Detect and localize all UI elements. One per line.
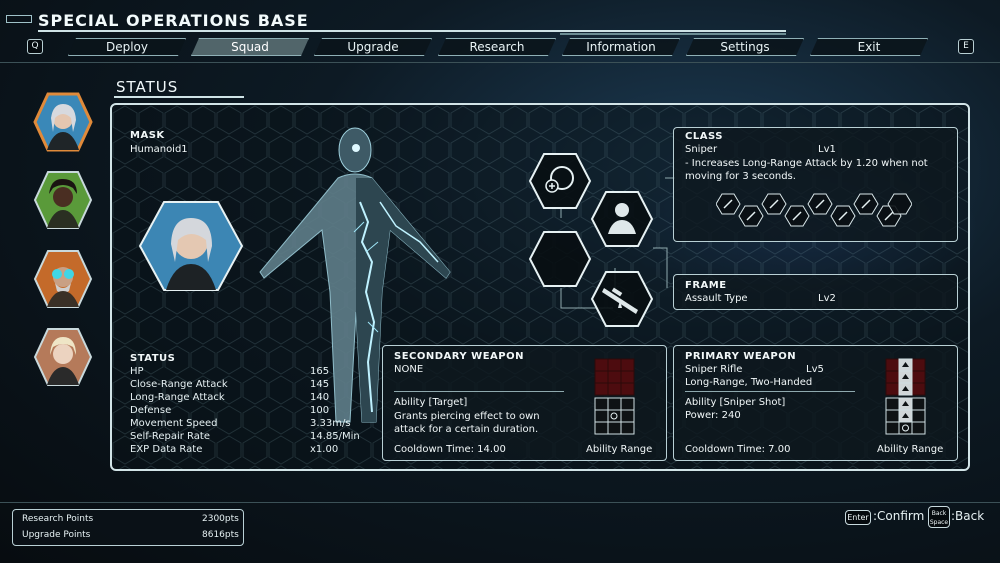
portrait-unit-2[interactable] <box>33 170 93 230</box>
class-skill-icons <box>716 193 912 227</box>
status-title-underline <box>114 96 244 98</box>
primary-weapon-name: Sniper Rifle <box>685 364 743 375</box>
mask-value: Humanoid1 <box>130 144 188 155</box>
frame-level: Lv2 <box>818 293 836 304</box>
research-points-label: Research Points <box>22 514 94 524</box>
primary-weapon-divider <box>685 391 855 392</box>
stat-value: 3.33m/s <box>310 418 351 429</box>
secondary-weapon-name: NONE <box>394 364 424 375</box>
primary-weapon-slot[interactable] <box>590 270 654 328</box>
stats-header: STATUS <box>130 353 176 364</box>
stat-value: 165 <box>310 366 330 377</box>
title-underline-accent <box>560 33 786 35</box>
nav-next-key[interactable]: E <box>958 39 974 54</box>
stat-self-repair-rate: Self-Repair Rate 14.85/Min <box>130 431 360 444</box>
stat-label: HP <box>130 366 144 377</box>
title-underline <box>38 30 786 32</box>
mask-label: MASK <box>130 130 165 141</box>
class-name: Sniper <box>685 144 718 155</box>
secondary-weapon-range-label: Ability Range <box>586 444 653 455</box>
primary-weapon-range-label: Ability Range <box>877 444 944 455</box>
stat-hp: HP 165 <box>130 366 340 379</box>
confirm-label: :Confirm <box>873 509 925 523</box>
stat-label: Self-Repair Rate <box>130 431 210 442</box>
status-section-title: STATUS <box>116 78 179 96</box>
upgrade-points-value: 8616pts <box>202 530 239 540</box>
back-label: :Back <box>951 509 985 523</box>
title-decoration <box>6 15 32 23</box>
class-description: - Increases Long-Range Attack by 1.20 wh… <box>685 158 928 182</box>
stat-label: Movement Speed <box>130 418 218 429</box>
primary-weapon-traits: Long-Range, Two-Handed <box>685 377 813 388</box>
secondary-weapon-ability-desc: Grants piercing effect to own attack for… <box>394 411 540 435</box>
stat-label: Defense <box>130 405 172 416</box>
nav-prev-key[interactable]: Q <box>27 39 43 54</box>
tab-upgrade[interactable]: Upgrade <box>314 38 432 56</box>
selected-unit-portrait <box>138 201 244 291</box>
backspace-key-hint[interactable]: Back Space <box>928 506 950 528</box>
primary-weapon-ability: Ability [Sniper Shot] <box>685 397 786 408</box>
tab-settings[interactable]: Settings <box>686 38 804 56</box>
stat-movement-speed: Movement Speed 3.33m/s <box>130 418 351 431</box>
class-panel-title: CLASS <box>685 131 723 142</box>
portrait-unit-3[interactable] <box>33 249 93 309</box>
research-points-value: 2300pts <box>202 514 239 524</box>
header-divider <box>0 62 1000 63</box>
secondary-weapon-slot[interactable] <box>528 230 592 288</box>
secondary-weapon-cooldown: Cooldown Time: 14.00 <box>394 444 506 455</box>
mask-slot[interactable] <box>528 152 592 210</box>
secondary-weapon-ability: Ability [Target] <box>394 397 468 408</box>
upgrade-points-label: Upgrade Points <box>22 530 91 540</box>
primary-weapon-level: Lv5 <box>806 364 824 375</box>
stat-label: Long-Range Attack <box>130 392 225 403</box>
tab-exit[interactable]: Exit <box>810 38 928 56</box>
stat-close-range-attack: Close-Range Attack 145 <box>130 379 340 392</box>
portrait-unit-4[interactable] <box>33 327 93 387</box>
frame-type: Assault Type <box>685 293 748 304</box>
stat-value: x1.00 <box>310 444 339 455</box>
stat-value: 145 <box>310 379 330 390</box>
stat-exp-data-rate: EXP Data Rate x1.00 <box>130 444 340 457</box>
page-title: SPECIAL OPERATIONS BASE <box>38 11 309 30</box>
primary-weapon-power: Power: 240 <box>685 410 741 421</box>
secondary-weapon-divider <box>394 391 564 392</box>
frame-panel-title: FRAME <box>685 280 727 291</box>
footer-divider <box>0 502 1000 503</box>
primary-weapon-cooldown: Cooldown Time: 7.00 <box>685 444 791 455</box>
class-slot[interactable] <box>590 190 654 248</box>
class-level: Lv1 <box>818 144 836 155</box>
secondary-weapon-range-grid <box>594 358 635 435</box>
stat-label: EXP Data Rate <box>130 444 203 455</box>
stat-value: 100 <box>310 405 330 416</box>
tab-squad[interactable]: Squad <box>191 38 309 56</box>
tab-research[interactable]: Research <box>438 38 556 56</box>
stat-label: Close-Range Attack <box>130 379 228 390</box>
primary-weapon-range-grid <box>885 358 926 435</box>
portrait-unit-1[interactable] <box>33 92 93 152</box>
secondary-weapon-title: SECONDARY WEAPON <box>394 351 524 362</box>
primary-weapon-title: PRIMARY WEAPON <box>685 351 797 362</box>
stat-long-range-attack: Long-Range Attack 140 <box>130 392 340 405</box>
stat-value: 140 <box>310 392 330 403</box>
stat-value: 14.85/Min <box>310 431 360 442</box>
stat-defense: Defense 100 <box>130 405 340 418</box>
tab-information[interactable]: Information <box>562 38 680 56</box>
enter-key-hint[interactable]: Enter <box>845 510 871 525</box>
tab-deploy[interactable]: Deploy <box>68 38 186 56</box>
